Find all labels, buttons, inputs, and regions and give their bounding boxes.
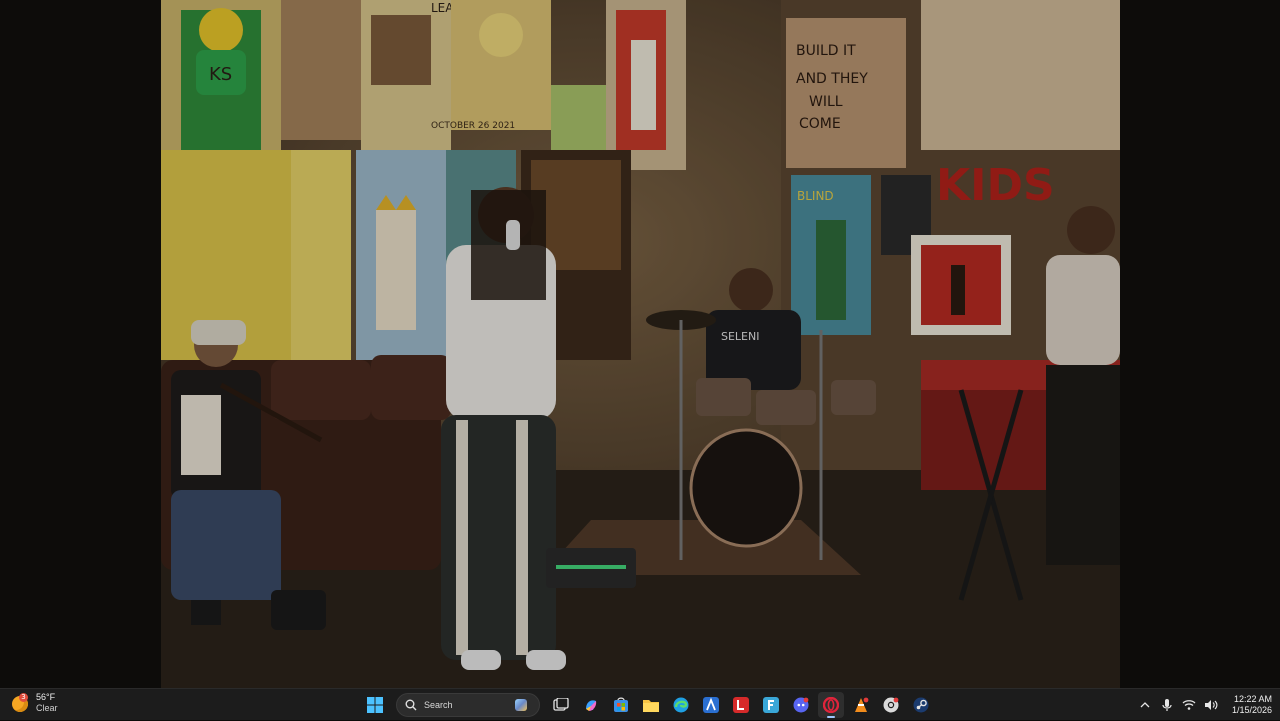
weather-badge: 3 bbox=[19, 693, 28, 702]
taskbar: 3 56°F Clear Search 12:22 AM 1/15/2026 bbox=[0, 688, 1280, 720]
taskbar-search-box[interactable]: Search bbox=[396, 693, 540, 717]
search-placeholder: Search bbox=[424, 700, 453, 710]
copilot-button[interactable] bbox=[578, 692, 604, 718]
search-highlight-icon bbox=[515, 699, 527, 711]
video-scene: KS LEADER OCTOBER 26 2021 bbox=[161, 0, 1120, 688]
wifi-icon bbox=[1182, 700, 1196, 710]
app-a-icon bbox=[703, 697, 719, 713]
search-icon bbox=[405, 699, 417, 711]
copilot-icon bbox=[586, 700, 597, 711]
weather-condition: Clear bbox=[36, 703, 58, 713]
chevron-up-icon bbox=[1140, 702, 1150, 708]
clock-time: 12:22 AM bbox=[1233, 694, 1272, 704]
chrome-button[interactable] bbox=[878, 692, 904, 718]
microphone-button[interactable] bbox=[1160, 698, 1174, 712]
edge-button[interactable] bbox=[668, 692, 694, 718]
show-hidden-icons-button[interactable] bbox=[1138, 698, 1152, 712]
speaker-icon bbox=[1204, 700, 1218, 710]
discord-icon bbox=[793, 697, 809, 713]
app-l-icon bbox=[733, 697, 749, 713]
network-button[interactable] bbox=[1182, 698, 1196, 712]
start-button[interactable] bbox=[362, 692, 388, 718]
clock[interactable]: 12:22 AM 1/15/2026 bbox=[1232, 694, 1272, 716]
task-view-icon bbox=[553, 698, 569, 711]
vlc-button[interactable] bbox=[848, 692, 874, 718]
app-a-button[interactable] bbox=[698, 692, 724, 718]
volume-button[interactable] bbox=[1204, 698, 1218, 712]
system-tray: 12:22 AM 1/15/2026 bbox=[1138, 689, 1272, 721]
file-explorer-button[interactable] bbox=[638, 692, 664, 718]
microsoft-store-button[interactable] bbox=[608, 692, 634, 718]
steam-button[interactable] bbox=[908, 692, 934, 718]
weather-widget[interactable]: 3 56°F Clear bbox=[12, 692, 58, 714]
steam-icon bbox=[913, 697, 929, 713]
opera-button[interactable] bbox=[818, 692, 844, 718]
clock-date: 1/15/2026 bbox=[1231, 705, 1272, 715]
taskbar-pinned-apps: Search bbox=[362, 692, 934, 718]
discord-button[interactable] bbox=[788, 692, 814, 718]
moon-icon: 3 bbox=[12, 693, 30, 712]
video-player-frame[interactable]: KS LEADER OCTOBER 26 2021 bbox=[161, 0, 1120, 688]
app-f-button[interactable] bbox=[758, 692, 784, 718]
task-view-button[interactable] bbox=[548, 692, 574, 718]
app-f-icon bbox=[763, 697, 779, 713]
weather-temperature: 56°F bbox=[36, 692, 56, 702]
folder-icon bbox=[643, 700, 659, 712]
store-icon bbox=[614, 697, 628, 712]
microphone-icon bbox=[1162, 699, 1172, 711]
edge-icon bbox=[673, 697, 689, 713]
windows-logo-icon bbox=[367, 697, 383, 713]
desktop-background: KS LEADER OCTOBER 26 2021 bbox=[0, 0, 1280, 688]
chrome-icon bbox=[883, 697, 899, 713]
vlc-icon bbox=[855, 697, 869, 712]
app-l-button[interactable] bbox=[728, 692, 754, 718]
opera-icon bbox=[823, 697, 839, 713]
